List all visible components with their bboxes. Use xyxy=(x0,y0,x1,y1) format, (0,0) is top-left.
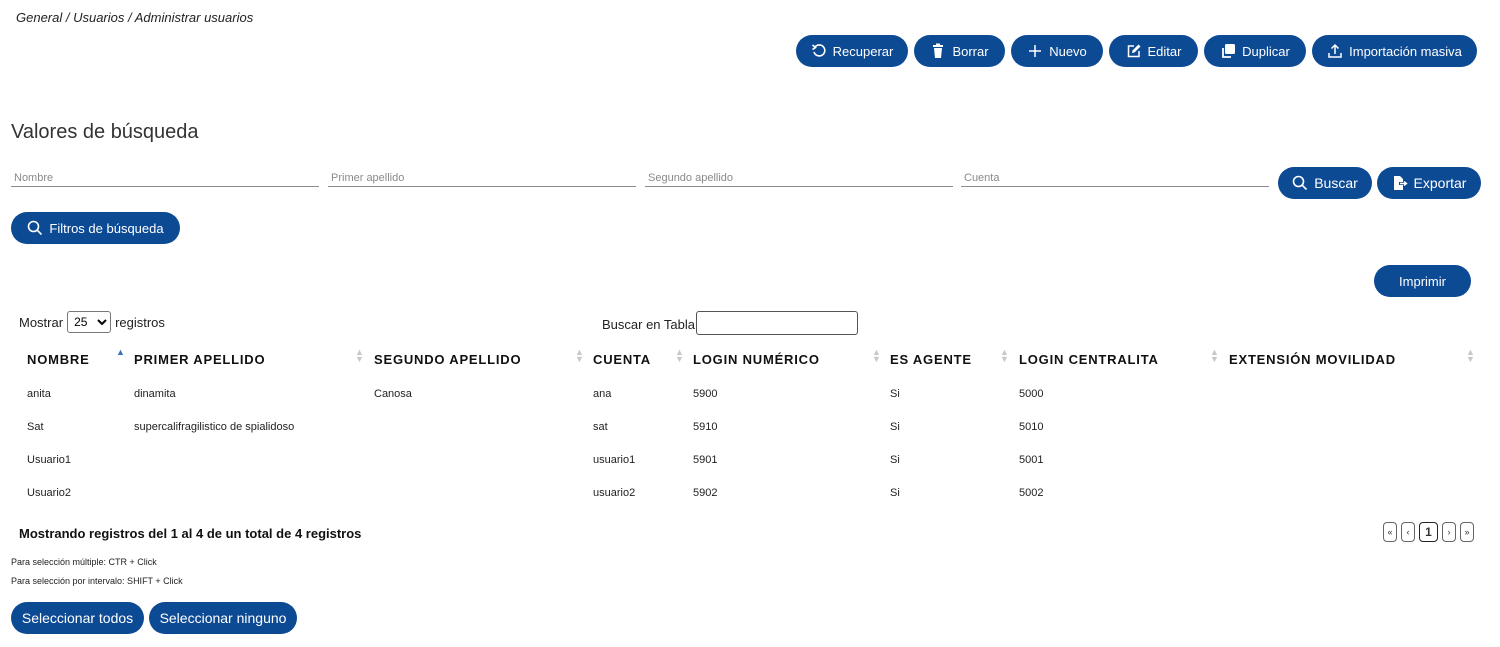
select-none-button[interactable]: Seleccionar ninguno xyxy=(149,602,297,634)
buscar-tabla-label: Buscar en Tabla: xyxy=(602,317,699,332)
sort-asc-icon[interactable]: ▲ xyxy=(116,348,125,357)
column-header-nombre[interactable]: NOMBRE xyxy=(27,352,90,367)
borrar-button[interactable]: Borrar xyxy=(914,35,1005,67)
column-header-extension-movilidad[interactable]: EXTENSIÓN MOVILIDAD xyxy=(1229,352,1396,367)
filtros-busqueda-label: Filtros de búsqueda xyxy=(49,220,164,236)
recuperar-label: Recuperar xyxy=(832,43,894,59)
sort-icon[interactable]: ▲ ▼ xyxy=(1210,348,1219,364)
cell-nombre: Usuario2 xyxy=(27,487,72,499)
select-all-button[interactable]: Seleccionar todos xyxy=(11,602,144,634)
cuenta-input[interactable] xyxy=(961,169,1269,187)
duplicar-button[interactable]: Duplicar xyxy=(1204,35,1306,67)
filtros-busqueda-button[interactable]: Filtros de búsqueda xyxy=(11,212,180,244)
cell-segundo-apellido: Canosa xyxy=(374,388,412,400)
cell-nombre: Sat xyxy=(27,421,44,433)
search-section-title: Valores de búsqueda xyxy=(11,121,199,143)
search-icon xyxy=(1292,175,1308,191)
registros-label: registros xyxy=(115,314,165,330)
table-search-input[interactable] xyxy=(696,311,858,335)
multiple-selection-hint: Para selección múltiple: CTR + Click xyxy=(11,557,157,567)
cell-cuenta: usuario1 xyxy=(593,454,636,466)
segundo-apellido-input[interactable] xyxy=(645,169,953,187)
cell-login-numerico: 5910 xyxy=(693,421,718,433)
undo-icon xyxy=(811,44,826,57)
sort-icon[interactable]: ▲ ▼ xyxy=(1466,348,1475,364)
cell-login-centralita: 5010 xyxy=(1019,421,1044,433)
duplicar-label: Duplicar xyxy=(1242,43,1290,59)
column-header-login-centralita[interactable]: LOGIN CENTRALITA xyxy=(1019,352,1159,367)
sort-icon[interactable]: ▲ ▼ xyxy=(872,348,881,364)
editar-button[interactable]: Editar xyxy=(1109,35,1198,67)
select-all-label: Seleccionar todos xyxy=(21,610,134,626)
trash-icon xyxy=(933,43,944,58)
recuperar-button[interactable]: Recuperar xyxy=(796,35,908,67)
search-icon xyxy=(28,220,43,236)
cell-cuenta: ana xyxy=(593,388,612,400)
nombre-input[interactable] xyxy=(11,169,319,187)
pagination-last-button[interactable]: » xyxy=(1460,522,1474,542)
nuevo-label: Nuevo xyxy=(1049,43,1087,59)
interval-selection-hint: Para selección por intervalo: SHIFT + Cl… xyxy=(11,576,183,586)
mostrar-label: Mostrar xyxy=(19,314,64,330)
importacion-masiva-label: Importación masiva xyxy=(1349,43,1462,59)
pagination-next-button[interactable]: › xyxy=(1442,522,1456,542)
cell-es-agente: Si xyxy=(890,421,900,433)
breadcrumb: General / Usuarios / Administrar usuario… xyxy=(16,10,254,25)
pagination-first-button[interactable]: « xyxy=(1383,522,1397,542)
primer-apellido-input[interactable] xyxy=(328,169,636,187)
editar-label: Editar xyxy=(1147,43,1182,59)
edit-icon xyxy=(1127,44,1141,58)
select-none-label: Seleccionar ninguno xyxy=(159,610,287,626)
cell-es-agente: Si xyxy=(890,388,900,400)
sort-icon[interactable]: ▲ ▼ xyxy=(575,348,584,364)
page-size-select[interactable]: 25 xyxy=(67,311,112,333)
table-info: Mostrando registros del 1 al 4 de un tot… xyxy=(19,526,362,541)
file-export-icon xyxy=(1393,176,1408,190)
cell-login-numerico: 5900 xyxy=(693,388,718,400)
sort-icon[interactable]: ▲ ▼ xyxy=(355,348,364,364)
exportar-label: Exportar xyxy=(1413,175,1467,191)
cell-es-agente: Si xyxy=(890,454,900,466)
plus-icon xyxy=(1029,45,1042,57)
imprimir-label: Imprimir xyxy=(1399,273,1446,289)
cell-es-agente: Si xyxy=(890,487,900,499)
cell-cuenta: sat xyxy=(593,421,608,433)
cell-nombre: Usuario1 xyxy=(27,454,72,466)
upload-icon xyxy=(1328,43,1342,58)
pagination-prev-button[interactable]: ‹ xyxy=(1401,522,1415,542)
page-size-control: Mostrar 25 registros xyxy=(19,311,165,333)
cell-nombre: anita xyxy=(27,388,51,400)
buscar-label: Buscar xyxy=(1314,175,1358,191)
column-header-primer-apellido[interactable]: PRIMER APELLIDO xyxy=(134,352,265,367)
cell-cuenta: usuario2 xyxy=(593,487,636,499)
pagination-page-1[interactable]: 1 xyxy=(1419,522,1438,542)
column-header-cuenta[interactable]: CUENTA xyxy=(593,352,651,367)
imprimir-button[interactable]: Imprimir xyxy=(1374,265,1471,297)
cell-login-centralita: 5002 xyxy=(1019,487,1044,499)
cell-login-numerico: 5902 xyxy=(693,487,718,499)
buscar-button[interactable]: Buscar xyxy=(1278,167,1372,199)
cell-primer-apellido: dinamita xyxy=(134,388,176,400)
column-header-es-agente[interactable]: ES AGENTE xyxy=(890,352,972,367)
column-header-segundo-apellido[interactable]: SEGUNDO APELLIDO xyxy=(374,352,521,367)
column-header-login-numerico[interactable]: LOGIN NUMÉRICO xyxy=(693,352,820,367)
borrar-label: Borrar xyxy=(952,43,989,59)
sort-icon[interactable]: ▲ ▼ xyxy=(1000,348,1009,364)
cell-primer-apellido: supercalifragilistico de spialidoso xyxy=(134,421,295,433)
sort-icon[interactable]: ▲ ▼ xyxy=(675,348,684,364)
copy-icon xyxy=(1222,44,1236,58)
importacion-masiva-button[interactable]: Importación masiva xyxy=(1312,35,1477,67)
nuevo-button[interactable]: Nuevo xyxy=(1011,35,1103,67)
cell-login-numerico: 5901 xyxy=(693,454,718,466)
cell-login-centralita: 5000 xyxy=(1019,388,1044,400)
exportar-button[interactable]: Exportar xyxy=(1377,167,1481,199)
cell-login-centralita: 5001 xyxy=(1019,454,1044,466)
